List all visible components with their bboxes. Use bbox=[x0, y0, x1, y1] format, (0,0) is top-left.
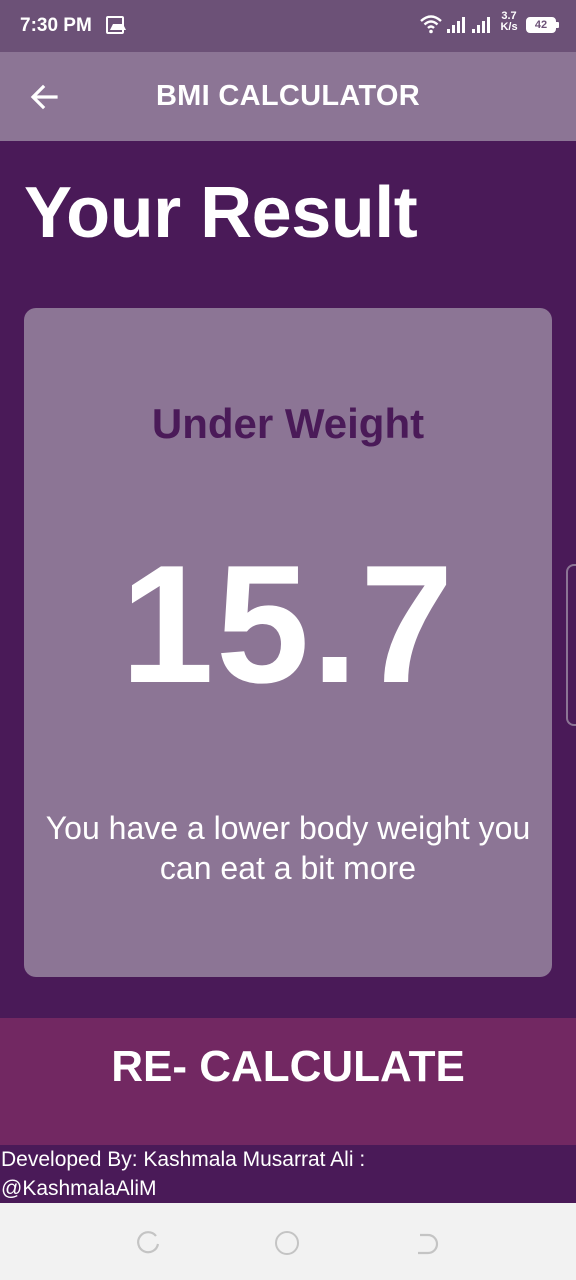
network-speed-unit: K/s bbox=[500, 21, 518, 33]
developer-credit-line2: @KashmalaAliM bbox=[1, 1177, 157, 1200]
developer-credit: Developed By: Kashmala Musarrat Ali : @K… bbox=[0, 1145, 576, 1203]
network-speed: 3.7 K/s bbox=[499, 11, 519, 33]
signal-icon bbox=[472, 17, 490, 33]
image-notification-icon bbox=[106, 16, 126, 34]
developer-credit-line1: Developed By: Kashmala Musarrat Ali : bbox=[1, 1148, 366, 1171]
battery-icon: 42 bbox=[526, 17, 559, 33]
home-icon[interactable] bbox=[275, 1231, 299, 1255]
battery-level: 42 bbox=[534, 19, 548, 31]
bmi-advice: You have a lower body weight you can eat… bbox=[45, 810, 531, 886]
recent-apps-icon[interactable] bbox=[136, 1231, 162, 1257]
page-title: Your Result bbox=[24, 173, 418, 253]
recalculate-button[interactable]: RE- CALCULATE bbox=[0, 1018, 576, 1145]
edge-panel-handle[interactable] bbox=[566, 564, 576, 726]
system-nav-bar bbox=[0, 1203, 576, 1280]
bmi-category: Under Weight bbox=[151, 400, 425, 447]
app-bar: BMI CALCULATOR bbox=[0, 52, 576, 141]
signal-icon bbox=[447, 17, 465, 33]
wifi-icon bbox=[420, 15, 442, 34]
nav-back-icon[interactable] bbox=[414, 1231, 440, 1257]
result-card: Under Weight 15.7 You have a lower body … bbox=[24, 308, 552, 977]
bmi-value: 15.7 bbox=[120, 530, 456, 718]
status-time: 7:30 PM bbox=[20, 15, 92, 36]
status-bar: 7:30 PM 3.7 K/s 42 bbox=[0, 0, 576, 52]
app-title: BMI CALCULATOR bbox=[155, 80, 421, 112]
